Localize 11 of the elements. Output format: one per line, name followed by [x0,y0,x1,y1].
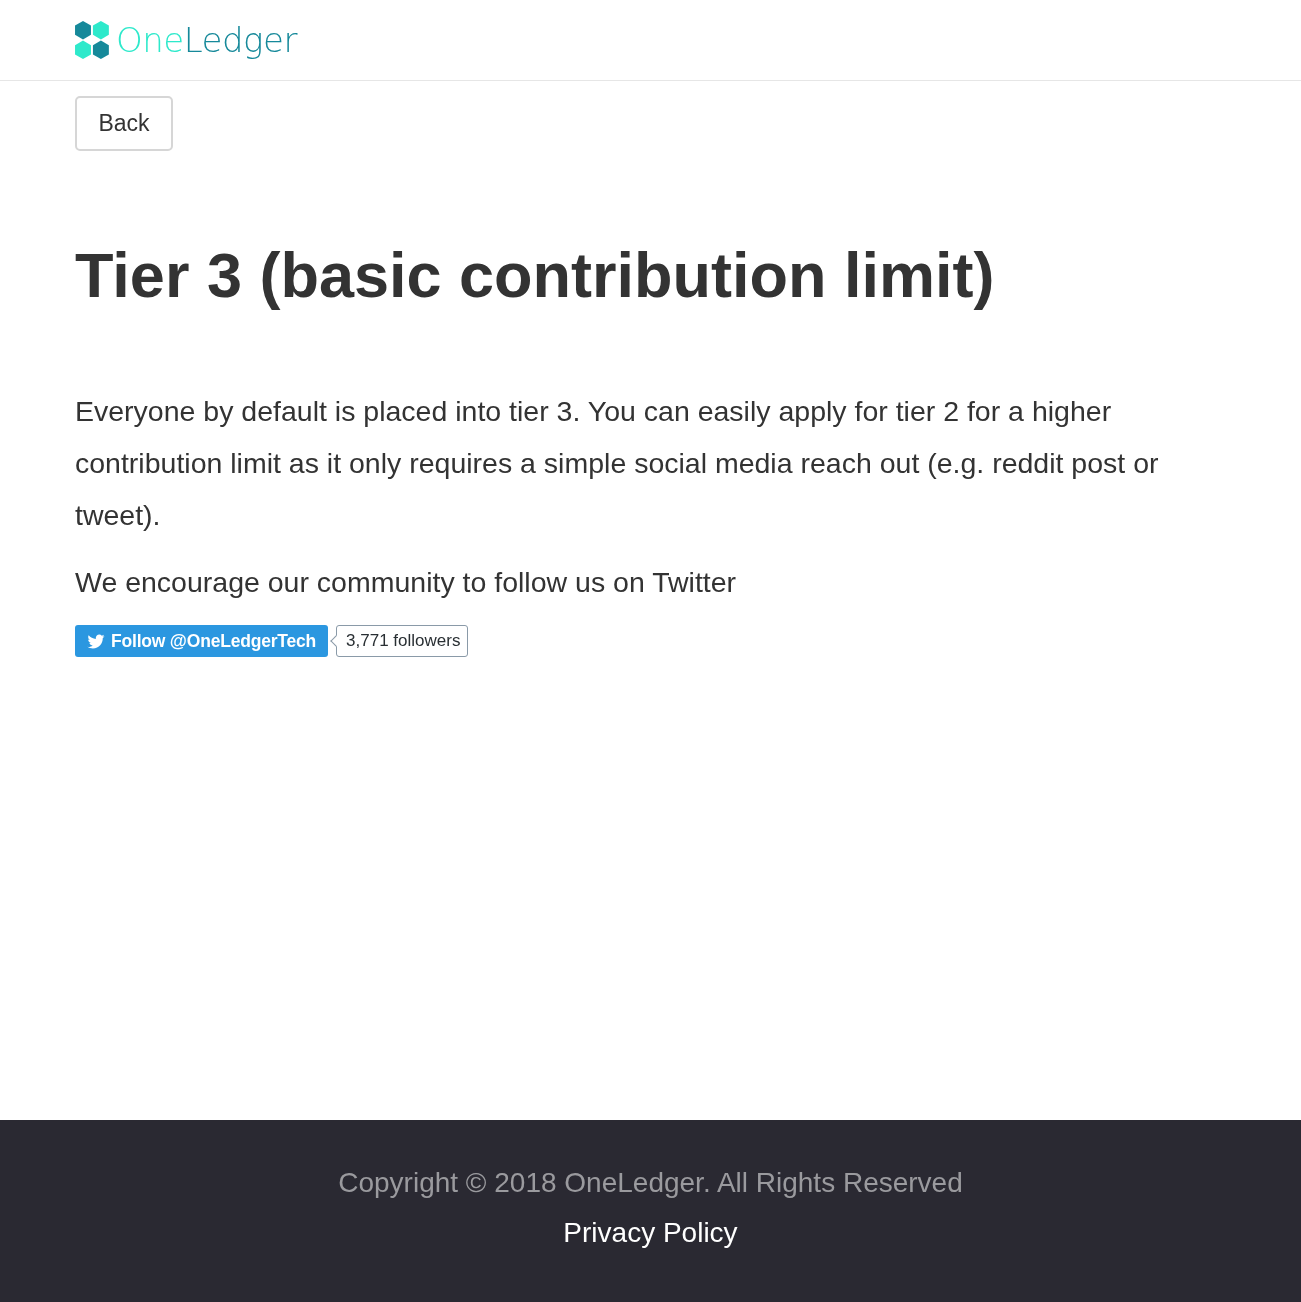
copyright-text: Copyright © 2018 OneLedger. All Rights Reserved [338,1167,963,1199]
back-button[interactable]: Back [75,96,173,151]
brand-logo[interactable]: OneLedger [75,21,297,59]
body-paragraph: Everyone by default is placed into tier 3. You can easily apply for tier 2 for a higher contribution limit as it only requires a simple social media reach out (e.g. reddit post or tweet). [75,394,1160,534]
body-paragraph: We encourage our community to follow us on Twitter [75,565,738,601]
privacy-policy-link[interactable]: Privacy Policy [563,1216,738,1250]
bird-icon [86,632,106,650]
logo-wordmark: OneLedger [116,23,297,57]
page-heading: Tier 3 (basic contribution limit) [75,241,996,311]
hexagon-logo-icon [75,21,109,59]
follower-count[interactable]: 3,771 followers [329,625,469,658]
